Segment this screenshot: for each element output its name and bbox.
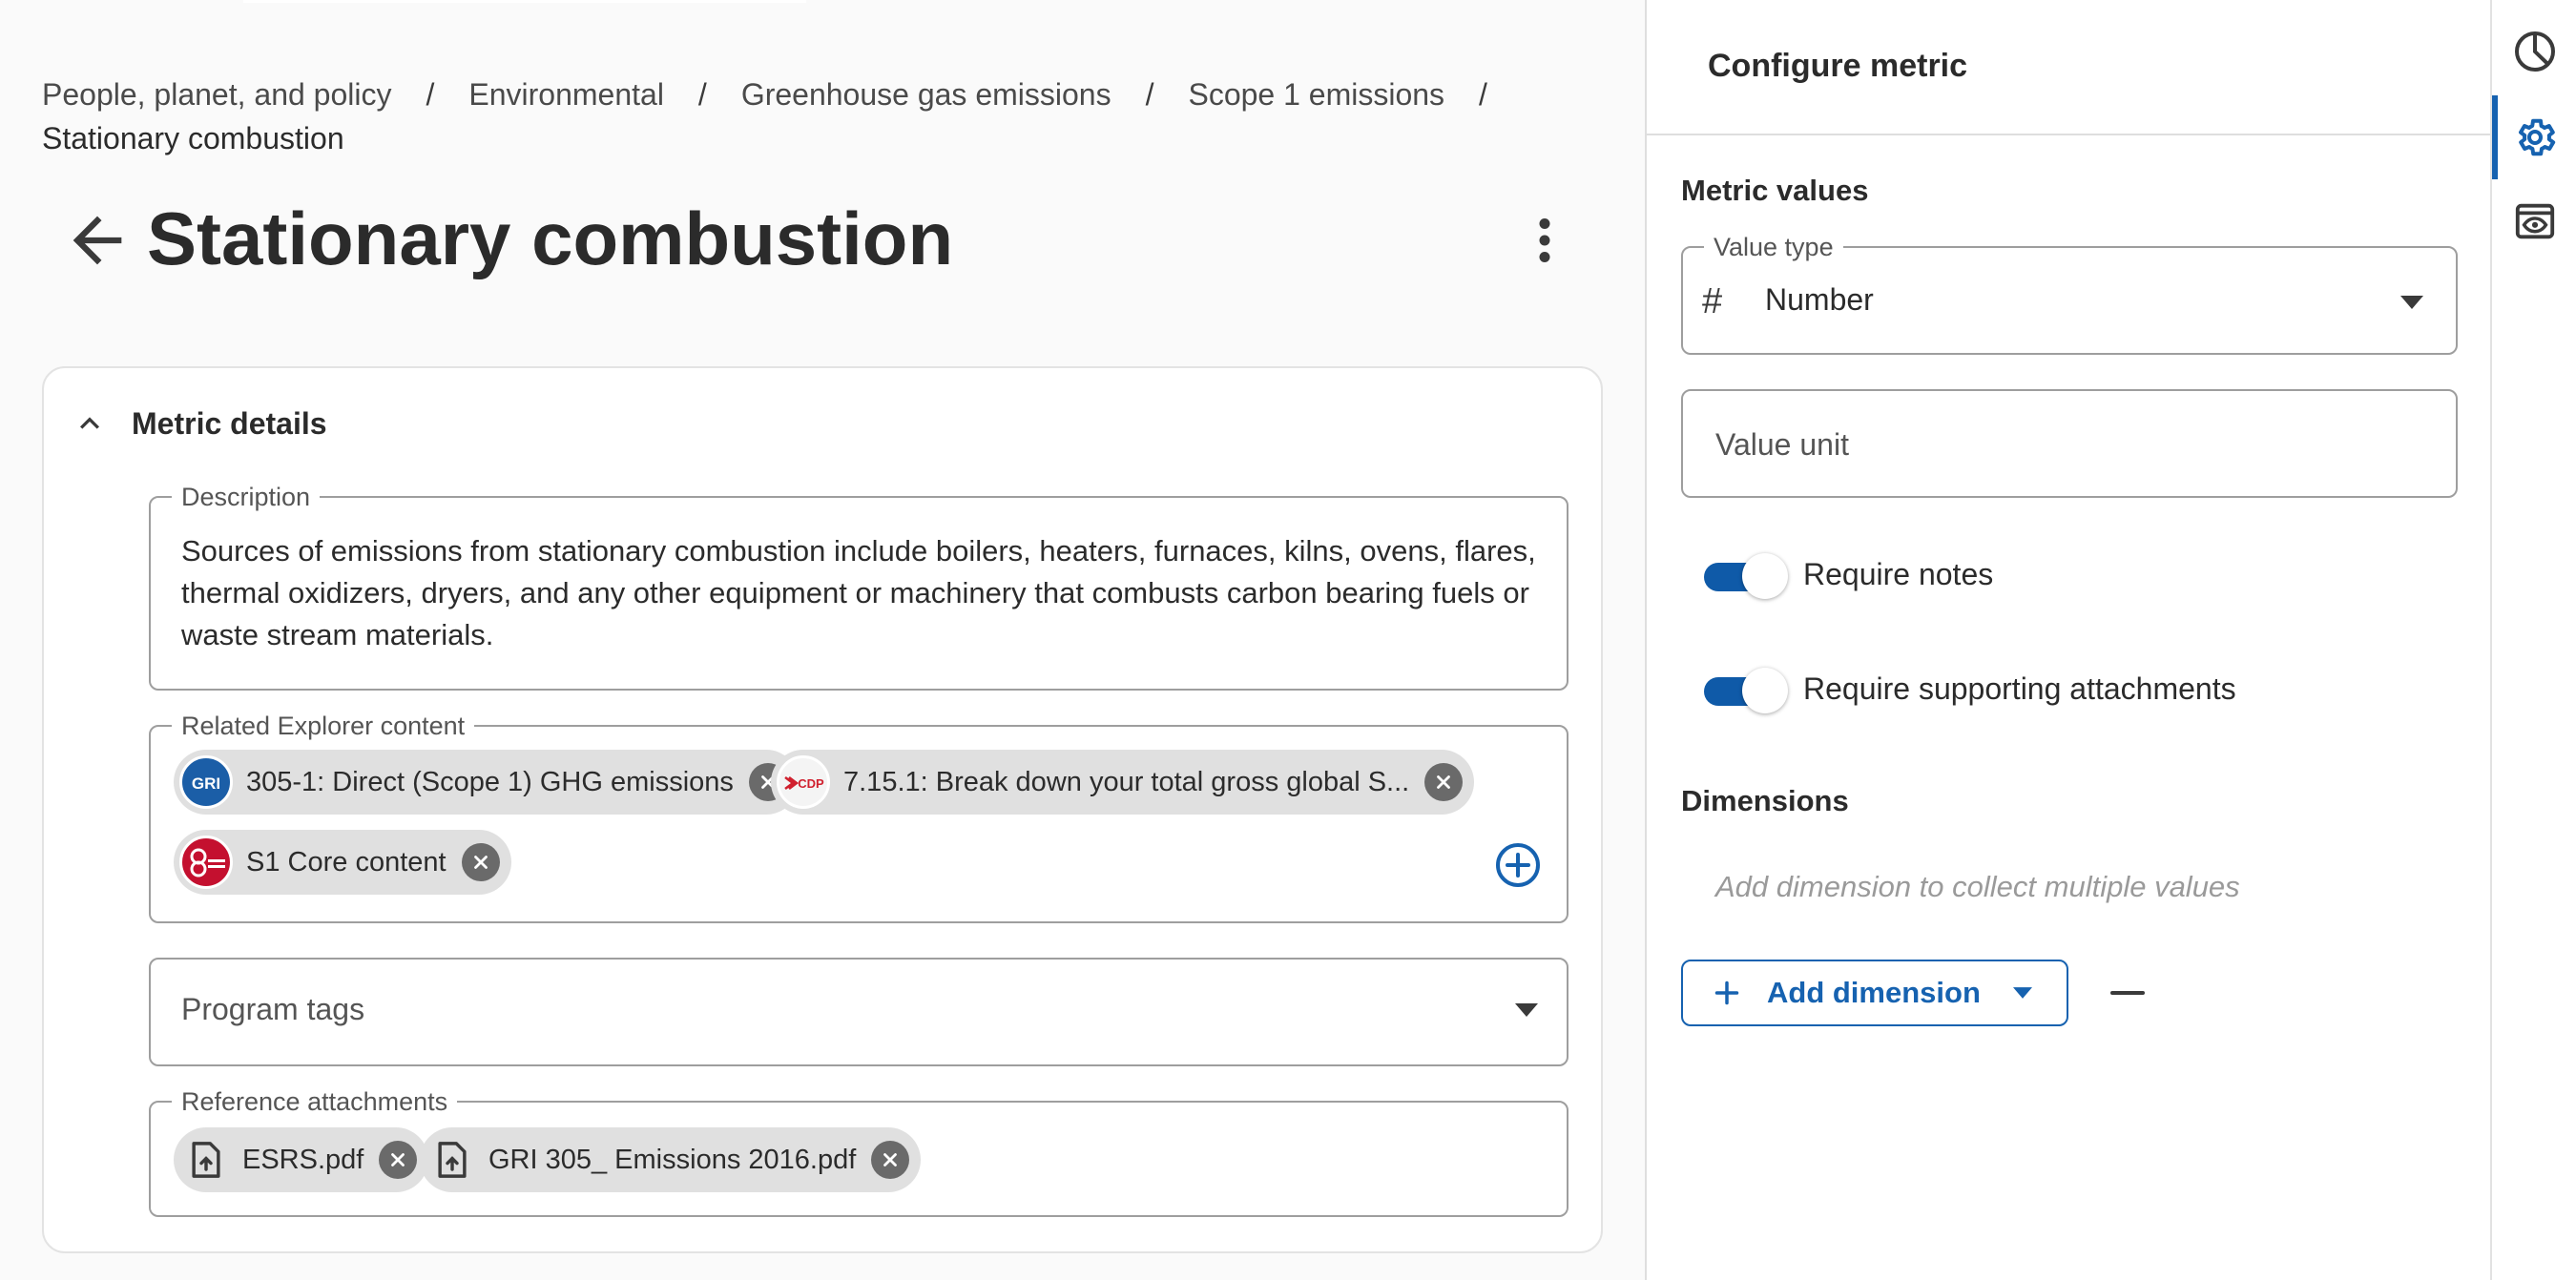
program-tags-select[interactable]: Program tags <box>149 958 1568 1066</box>
cdp-logo-icon: CDP <box>777 755 830 809</box>
description-text[interactable]: Sources of emissions from stationary com… <box>181 530 1536 656</box>
cdp-logo-text: CDP <box>798 776 824 791</box>
main-content: People, planet, and policy / Environment… <box>0 0 1645 1280</box>
breadcrumb-current: Stationary combustion <box>42 121 344 155</box>
caret-down-icon <box>2012 987 2032 999</box>
add-related-content-button[interactable] <box>1494 841 1542 889</box>
related-chip-gri[interactable]: GRI 305-1: Direct (Scope 1) GHG emission… <box>174 750 799 815</box>
require-attachments-label: Require supporting attachments <box>1803 671 2236 706</box>
description-field[interactable]: Description Sources of emissions from st… <box>149 483 1568 691</box>
related-explorer-content-field: Related Explorer content GRI 305-1: Dire… <box>149 712 1568 923</box>
breadcrumb-item-people-planet-policy[interactable]: People, planet, and policy <box>42 72 391 116</box>
rail-settings-button[interactable] <box>2492 95 2576 179</box>
require-notes-label: Require notes <box>1803 556 1994 591</box>
remove-attachment-button[interactable] <box>379 1141 418 1179</box>
toggle-switch[interactable] <box>1704 668 1788 713</box>
breadcrumb-row: People, planet, and policy / Environment… <box>42 72 1607 116</box>
program-tags-placeholder: Program tags <box>181 992 365 1026</box>
value-type-select[interactable]: Value type # Number <box>1681 233 2458 355</box>
value-type-value: Number <box>1765 282 1874 317</box>
related-chip-label: S1 Core content <box>246 846 447 877</box>
breadcrumb-current-row: Stationary combustion <box>42 116 1607 160</box>
cdp-logo-mark: CDP <box>784 776 824 791</box>
description-label: Description <box>172 483 321 511</box>
file-upload-icon <box>438 1142 467 1178</box>
metric-details-card: Metric details Description Sources of em… <box>42 366 1603 1253</box>
panel-header: Configure metric <box>1647 0 2492 135</box>
remove-dimension-button[interactable] <box>2109 977 2147 1009</box>
related-chip-label: 7.15.1: Break down your total gross glob… <box>843 766 1410 797</box>
dimensions-placeholder: Add dimension to collect multiple values <box>1715 870 2240 903</box>
metric-values-label: Metric values <box>1681 174 1869 207</box>
toggle-thumb <box>1742 553 1788 599</box>
gri-logo-icon: GRI <box>179 755 233 809</box>
require-attachments-toggle[interactable]: Require supporting attachments <box>1704 660 2236 717</box>
attachment-chip-gri-305[interactable]: GRI 305_ Emissions 2016.pdf <box>420 1127 922 1192</box>
breadcrumb-separator: / <box>1479 77 1487 112</box>
toggle-switch[interactable] <box>1704 553 1788 599</box>
breadcrumb-item-environmental[interactable]: Environmental <box>468 72 664 116</box>
remove-attachment-button[interactable] <box>871 1141 910 1179</box>
plus-icon <box>1714 981 1739 1005</box>
close-icon <box>391 1153 405 1166</box>
related-chip-label: 305-1: Direct (Scope 1) GHG emissions <box>246 766 734 797</box>
hash-icon: # <box>1702 281 1723 321</box>
breadcrumb-separator: / <box>1145 77 1154 112</box>
attachment-file-name: ESRS.pdf <box>242 1144 364 1175</box>
reference-attachments-label: Reference attachments <box>172 1087 458 1116</box>
close-icon <box>473 856 488 869</box>
chevron-up-icon <box>80 417 99 429</box>
related-chip-s1[interactable]: S1 Core content <box>174 830 511 895</box>
dimensions-label: Dimensions <box>1681 784 1849 817</box>
breadcrumb-separator: / <box>426 77 435 112</box>
kebab-menu-icon <box>1539 218 1550 262</box>
attachment-chip-esrs[interactable]: ESRS.pdf <box>174 1127 429 1192</box>
add-circle-icon <box>1496 843 1540 887</box>
more-options-button[interactable] <box>1521 212 1568 269</box>
breadcrumb-separator: / <box>697 77 707 112</box>
file-upload-icon <box>192 1142 220 1178</box>
caret-down-icon <box>2400 296 2423 309</box>
minus-icon <box>2110 991 2145 995</box>
s1-logo-icon <box>179 836 233 889</box>
require-notes-toggle[interactable]: Require notes <box>1704 546 1993 603</box>
value-unit-input[interactable]: Value unit <box>1681 389 2458 498</box>
breadcrumb-item-scope-1[interactable]: Scope 1 emissions <box>1188 72 1444 116</box>
add-dimension-button[interactable]: Add dimension <box>1681 960 2068 1026</box>
arrow-left-icon <box>73 216 122 265</box>
page-title: Stationary combustion <box>147 196 954 280</box>
back-button[interactable] <box>61 204 134 277</box>
metric-details-toggle[interactable]: Metric details <box>71 397 327 450</box>
pie-chart-icon <box>2515 31 2555 72</box>
s1-logo-mark <box>190 848 225 877</box>
configure-metric-panel: Configure metric Metric values Value typ… <box>1645 0 2492 1280</box>
remove-chip-button[interactable] <box>1424 763 1464 801</box>
remove-chip-button[interactable] <box>461 843 500 881</box>
metric-details-header: Metric details <box>132 405 327 441</box>
breadcrumb-item-ghg-emissions[interactable]: Greenhouse gas emissions <box>741 72 1111 116</box>
reference-attachments-field: Reference attachments ESRS.pdf GRI 305_ … <box>149 1087 1568 1217</box>
related-chip-cdp[interactable]: CDP 7.15.1: Break down your total gross … <box>771 750 1475 815</box>
breadcrumb: People, planet, and policy / Environment… <box>42 72 1607 160</box>
caret-down-icon <box>1515 1003 1538 1017</box>
top-tab-indicator <box>243 0 806 3</box>
add-dimension-label: Add dimension <box>1767 976 1981 1009</box>
close-icon <box>1437 775 1451 789</box>
related-explorer-content-label: Related Explorer content <box>172 712 475 740</box>
side-icon-rail <box>2490 0 2576 1280</box>
preview-eye-icon <box>2515 203 2555 239</box>
value-unit-placeholder: Value unit <box>1715 427 1849 462</box>
toggle-thumb <box>1742 668 1788 713</box>
rail-pie-chart-button[interactable] <box>2492 10 2576 93</box>
gri-logo-text: GRI <box>192 774 220 793</box>
close-icon <box>883 1153 898 1166</box>
rail-preview-button[interactable] <box>2492 179 2576 263</box>
gri-logo-mark: GRI <box>192 774 220 793</box>
gear-icon <box>2519 118 2556 156</box>
panel-title: Configure metric <box>1708 48 1968 84</box>
value-type-label: Value type <box>1704 233 1843 261</box>
title-row: Stationary combustion <box>42 181 1607 296</box>
attachment-file-name: GRI 305_ Emissions 2016.pdf <box>488 1144 857 1175</box>
